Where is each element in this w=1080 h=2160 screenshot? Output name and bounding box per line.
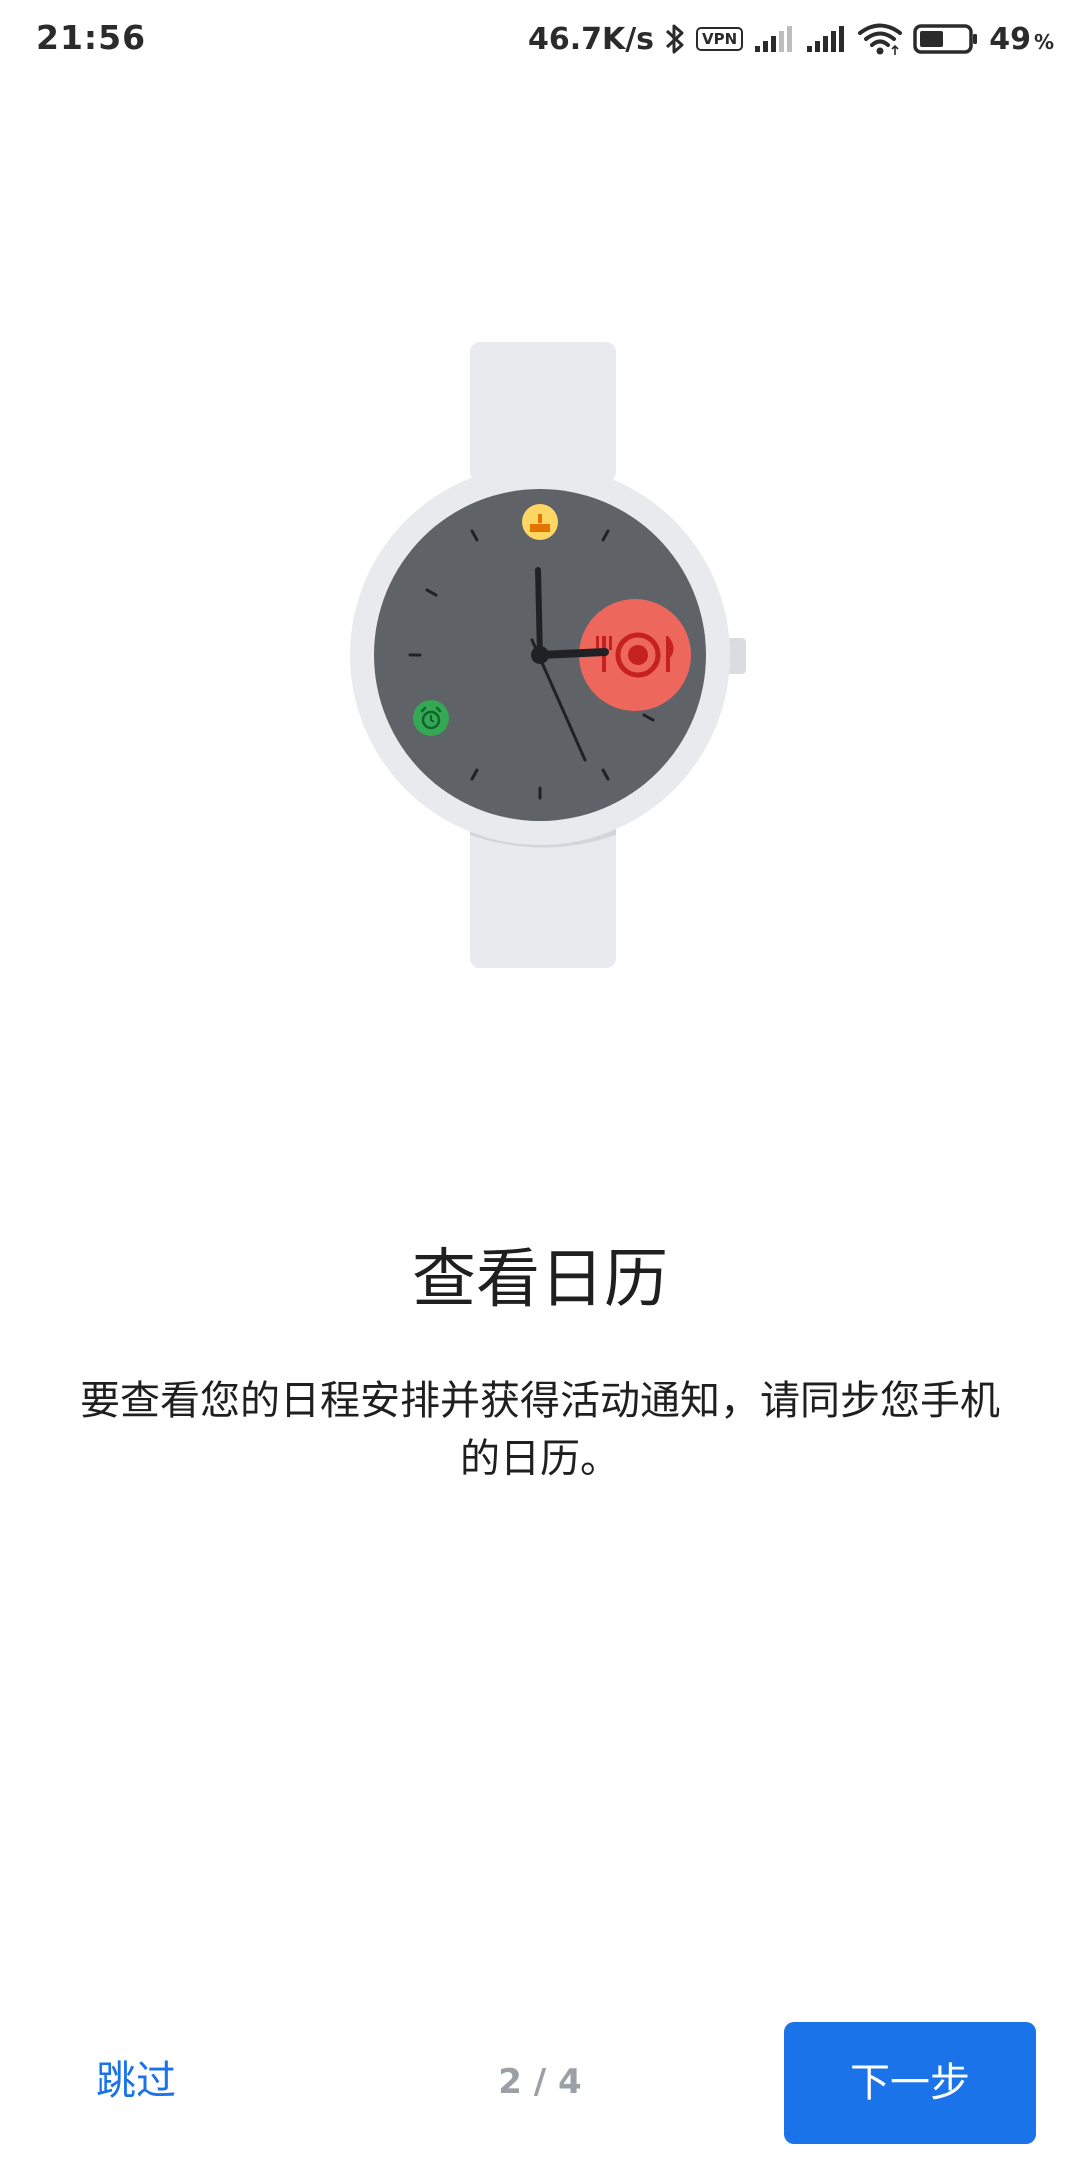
alarm-icon [413, 700, 449, 736]
network-speed: 46.7K/s [527, 21, 655, 57]
battery-icon [913, 23, 979, 55]
bluetooth-icon [664, 22, 686, 56]
wifi-icon [857, 22, 903, 56]
status-bar: 21:56 46.7K/s VPN 49 % [0, 0, 1080, 78]
skip-button[interactable]: 跳过 [66, 2048, 206, 2114]
signal-2-icon [805, 24, 847, 54]
signal-1-icon [753, 24, 795, 54]
status-time: 21:56 [36, 18, 147, 57]
watch-illustration [340, 330, 760, 980]
page-description: 要查看您的日程安排并获得活动通知，请同步您手机的日历。 [80, 1378, 1000, 1482]
battery-percentage: 49% [989, 21, 1054, 57]
watch-band-top [470, 342, 616, 482]
page-indicator: 2 / 4 [498, 2062, 582, 2102]
status-icons: 46.7K/s VPN 49 % [528, 14, 1054, 64]
vpn-icon: VPN [696, 27, 744, 51]
next-button[interactable]: 下一步 [784, 2022, 1036, 2144]
page-title: 查看日历 [412, 1243, 668, 1317]
cake-icon [522, 504, 558, 540]
